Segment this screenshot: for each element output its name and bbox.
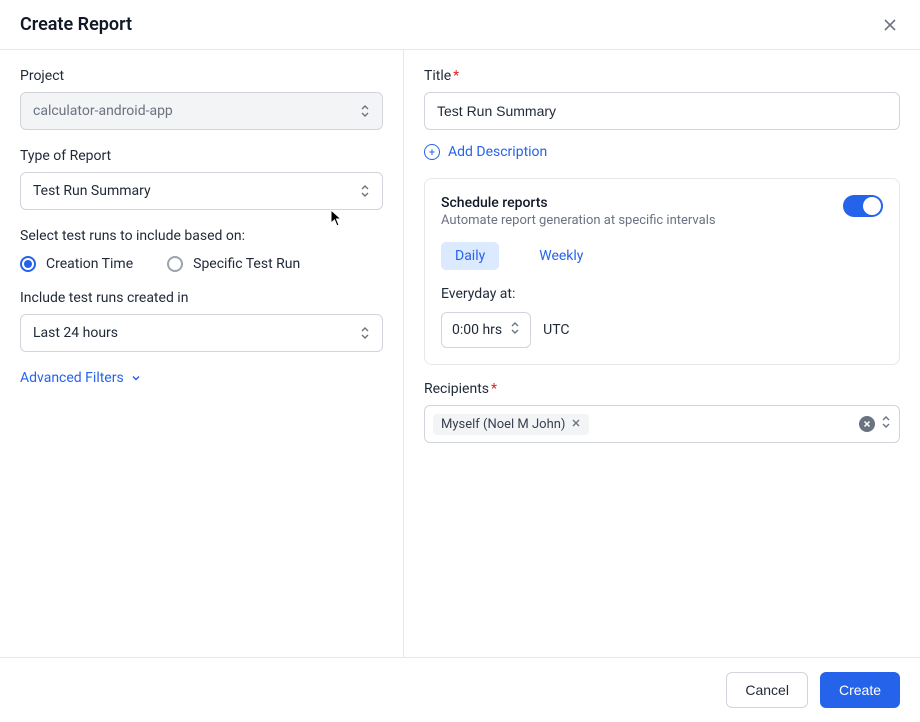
schedule-toggle[interactable] [843, 195, 883, 217]
recipients-label-text: Recipients [424, 381, 489, 397]
close-icon [571, 418, 581, 428]
create-report-modal: Create Report Project calculator-android… [0, 0, 920, 722]
select-basis-label: Select test runs to include based on: [20, 228, 383, 244]
modal-footer: Cancel Create [0, 657, 920, 722]
add-description-button[interactable]: + Add Description [424, 144, 900, 160]
radio-specific-run-label: Specific Test Run [193, 256, 300, 272]
recipients-label: Recipients* [424, 381, 900, 397]
radio-specific-run[interactable]: Specific Test Run [167, 256, 300, 272]
timezone-label: UTC [543, 322, 569, 338]
project-select-value: calculator-android-app [33, 103, 360, 119]
chevron-updown-icon [510, 321, 520, 339]
time-row: 0:00 hrs UTC [441, 312, 883, 348]
radio-creation-time-label: Creation Time [46, 256, 133, 272]
report-type-label: Type of Report [20, 148, 383, 164]
chevron-updown-icon [360, 104, 370, 118]
chevron-updown-icon [360, 326, 370, 340]
report-type-select[interactable]: Test Run Summary [20, 172, 383, 210]
report-type-value: Test Run Summary [33, 183, 360, 199]
tab-weekly[interactable]: Weekly [525, 242, 597, 270]
chevron-updown-icon [360, 184, 370, 198]
right-pane: Title* + Add Description Schedule report… [404, 50, 920, 657]
title-input[interactable] [424, 92, 900, 130]
schedule-title: Schedule reports [441, 195, 716, 211]
basis-radio-group: Creation Time Specific Test Run [20, 256, 383, 272]
schedule-header: Schedule reports Automate report generat… [441, 195, 883, 228]
project-label: Project [20, 68, 383, 84]
project-select[interactable]: calculator-android-app [20, 92, 383, 130]
close-icon [882, 17, 898, 33]
radio-icon-checked [20, 256, 36, 272]
schedule-panel: Schedule reports Automate report generat… [424, 178, 900, 365]
title-label: Title* [424, 68, 900, 84]
advanced-filters-link[interactable]: Advanced Filters [20, 370, 383, 386]
tab-daily[interactable]: Daily [441, 242, 499, 270]
created-in-select[interactable]: Last 24 hours [20, 314, 383, 352]
close-button[interactable] [880, 15, 900, 35]
toggle-knob [863, 197, 881, 215]
required-indicator: * [491, 381, 497, 397]
plus-circle-icon: + [424, 144, 440, 160]
title-label-text: Title [424, 68, 451, 84]
created-in-value: Last 24 hours [33, 325, 360, 341]
cancel-button[interactable]: Cancel [726, 672, 808, 708]
created-in-label: Include test runs created in [20, 290, 383, 306]
left-pane: Project calculator-android-app Type of R… [0, 50, 404, 657]
create-button[interactable]: Create [820, 672, 900, 708]
modal-title: Create Report [20, 14, 132, 35]
required-indicator: * [453, 68, 459, 84]
time-picker[interactable]: 0:00 hrs [441, 312, 531, 348]
add-description-label: Add Description [448, 144, 547, 160]
chevron-down-icon [130, 372, 142, 384]
schedule-subtitle: Automate report generation at specific i… [441, 213, 716, 228]
recipient-chip-label: Myself (Noel M John) [441, 417, 565, 432]
radio-creation-time[interactable]: Creation Time [20, 256, 133, 272]
chevron-updown-icon [881, 415, 891, 433]
modal-body: Project calculator-android-app Type of R… [0, 50, 920, 657]
time-value: 0:00 hrs [452, 322, 502, 338]
close-icon [863, 420, 871, 428]
recipients-input[interactable]: Myself (Noel M John) [424, 405, 900, 443]
recipient-chip: Myself (Noel M John) [433, 414, 589, 435]
advanced-filters-label: Advanced Filters [20, 370, 124, 386]
schedule-tabs: Daily Weekly [441, 242, 883, 270]
clear-recipients-button[interactable] [859, 416, 875, 432]
chip-remove-button[interactable] [571, 417, 581, 431]
recipients-controls [859, 415, 891, 433]
modal-header: Create Report [0, 0, 920, 50]
radio-icon-unchecked [167, 256, 183, 272]
everyday-at-label: Everyday at: [441, 286, 883, 302]
